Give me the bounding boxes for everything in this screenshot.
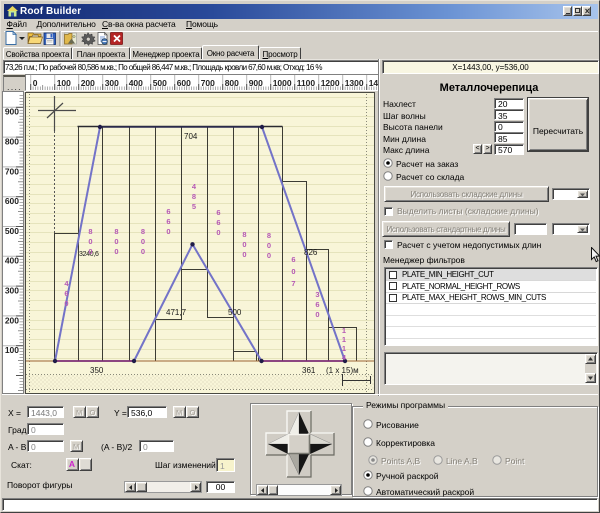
svg-text:0: 0 [114,247,118,256]
svg-text:0: 0 [291,267,295,276]
svg-text:300: 300 [5,286,19,296]
svg-text:100: 100 [5,345,19,355]
svg-text:500: 500 [5,226,19,236]
svg-text:8: 8 [114,227,118,236]
svg-text:700: 700 [5,166,19,176]
svg-text:200: 200 [5,315,19,325]
svg-text:0: 0 [166,227,170,236]
svg-text:0: 0 [216,228,220,237]
svg-text:1: 1 [342,335,346,344]
svg-text:6: 6 [216,208,220,217]
svg-text:704: 704 [184,132,198,141]
svg-text:8: 8 [88,227,92,236]
svg-text:8: 8 [267,231,271,240]
svg-text:6: 6 [166,217,170,226]
svg-text:0: 0 [141,247,145,256]
svg-text:6: 6 [291,255,295,264]
svg-text:826: 826 [304,248,318,257]
svg-text:(1 x 15)м: (1 x 15)м [326,366,359,375]
svg-text:800: 800 [5,137,19,147]
svg-text:7: 7 [291,279,295,288]
svg-text:0: 0 [141,237,145,246]
svg-text:400: 400 [5,256,19,266]
svg-text:8: 8 [192,192,196,201]
svg-text:0: 0 [315,310,319,319]
svg-text:0: 0 [267,241,271,250]
svg-text:0: 0 [267,251,271,260]
svg-text:4: 4 [192,182,197,191]
svg-text:0: 0 [242,250,246,259]
svg-text:0: 0 [114,237,118,246]
svg-text:0: 0 [88,237,92,246]
svg-text:600: 600 [5,196,19,206]
svg-text:471,7: 471,7 [166,308,187,317]
svg-text:0: 0 [242,240,246,249]
svg-text:6: 6 [166,207,170,216]
svg-text:900: 900 [5,107,19,117]
svg-text:8: 8 [141,227,145,236]
svg-text:5: 5 [192,202,196,211]
svg-text:0: 0 [64,299,68,308]
svg-text:3: 3 [315,290,319,299]
svg-text:1: 1 [342,326,346,335]
svg-text:6: 6 [315,300,319,309]
svg-text:6: 6 [216,218,220,227]
svg-text:1: 1 [342,344,346,353]
svg-text:361: 361 [302,366,316,375]
svg-text:500: 500 [228,308,242,317]
svg-text:0: 0 [88,247,92,256]
svg-text:8: 8 [242,230,246,239]
svg-text:6: 6 [64,289,68,298]
svg-text:350: 350 [90,366,104,375]
